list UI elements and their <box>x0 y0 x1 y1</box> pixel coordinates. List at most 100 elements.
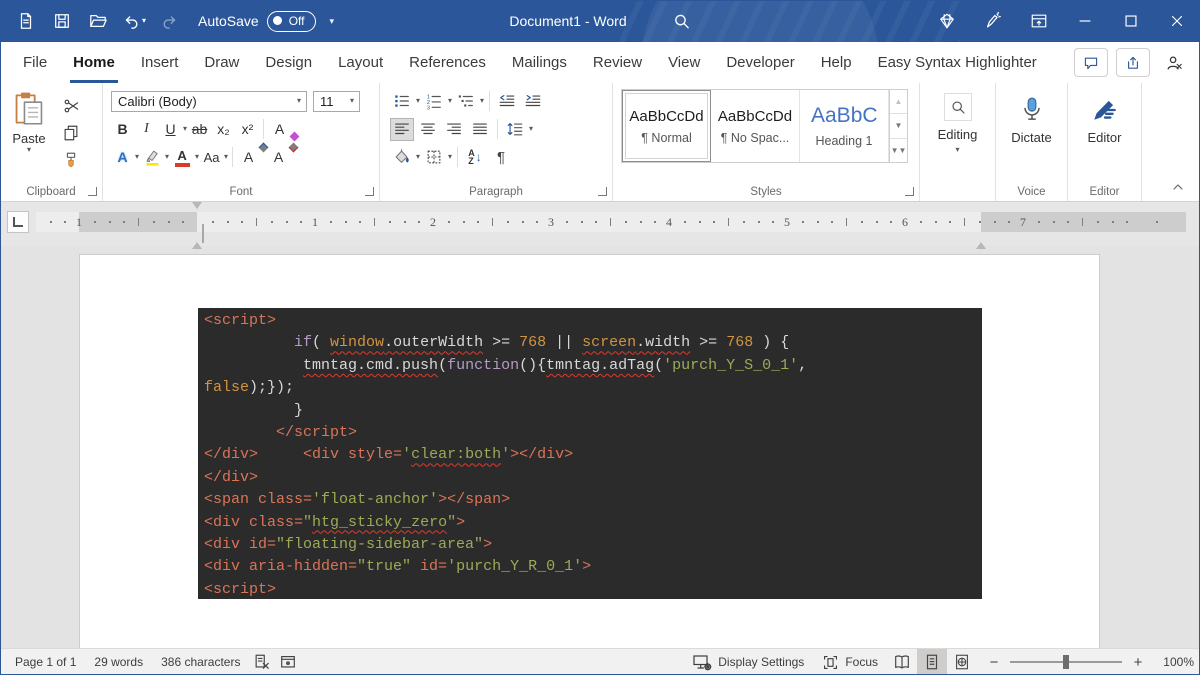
tab-easy-syntax-highlighter[interactable]: Easy Syntax Highlighter <box>865 42 1050 83</box>
chevron-down-icon[interactable]: ▾ <box>195 153 199 161</box>
styles-dialog-launcher[interactable] <box>905 187 914 196</box>
underline-button[interactable]: U <box>159 118 182 141</box>
chevron-down-icon[interactable]: ▾ <box>183 125 187 133</box>
document-canvas[interactable]: <script> if( window.outerWidth >= 768 ||… <box>0 246 1200 648</box>
word-count[interactable]: 29 words <box>85 649 152 675</box>
quick-access-more-button[interactable]: ▾ <box>330 16 335 27</box>
change-case-button[interactable]: Aa <box>200 146 223 169</box>
save-icon[interactable] <box>44 0 80 42</box>
print-layout-button[interactable] <box>917 649 947 675</box>
tab-mailings[interactable]: Mailings <box>499 42 580 83</box>
ribbon-display-options-icon[interactable] <box>1016 0 1062 42</box>
web-layout-button[interactable] <box>947 649 977 675</box>
align-left-button[interactable] <box>390 118 414 141</box>
chevron-down-icon[interactable]: ▾ <box>480 97 484 105</box>
right-indent-marker[interactable] <box>976 225 986 243</box>
comments-button[interactable] <box>1074 48 1108 77</box>
copy-button[interactable] <box>58 121 84 145</box>
chevron-down-icon[interactable]: ▾ <box>416 97 420 105</box>
zoom-out-button[interactable]: − <box>987 654 1001 671</box>
highlight-color-button[interactable] <box>140 146 164 169</box>
ink-pen-icon[interactable] <box>970 0 1016 42</box>
paragraph-dialog-launcher[interactable] <box>598 187 607 196</box>
tab-review[interactable]: Review <box>580 42 655 83</box>
code-block[interactable]: <script> if( window.outerWidth >= 768 ||… <box>198 308 982 599</box>
shading-button[interactable] <box>390 146 414 169</box>
format-painter-button[interactable] <box>58 148 84 172</box>
align-right-button[interactable] <box>442 118 466 141</box>
paste-button[interactable]: Paste ▾ <box>0 88 58 201</box>
style-card--normal[interactable]: AaBbCcDd¶ Normal <box>622 90 711 162</box>
diamond-icon[interactable] <box>924 0 970 42</box>
display-settings-button[interactable]: Display Settings <box>683 649 813 675</box>
horizontal-ruler[interactable]: 11234567 <box>36 212 1186 232</box>
italic-button[interactable]: I <box>135 118 158 141</box>
clear-formatting-button[interactable]: A <box>268 118 291 141</box>
superscript-button[interactable]: x² <box>236 118 259 141</box>
font-size-combobox[interactable]: 11▾ <box>313 91 360 112</box>
document-icon[interactable] <box>8 0 44 42</box>
show-hide-marks-button[interactable]: ¶ <box>489 146 513 169</box>
strikethrough-button[interactable]: ab <box>188 118 211 141</box>
editing-button[interactable] <box>944 93 972 121</box>
clipboard-dialog-launcher[interactable] <box>88 187 97 196</box>
tab-developer[interactable]: Developer <box>713 42 807 83</box>
tab-home[interactable]: Home <box>60 42 128 83</box>
justify-button[interactable] <box>468 118 492 141</box>
style-card-heading-1[interactable]: AaBbCcHeading 1 <box>800 90 889 162</box>
chevron-down-icon[interactable]: ▾ <box>448 97 452 105</box>
document-page[interactable]: <script> if( window.outerWidth >= 768 ||… <box>79 254 1100 648</box>
font-name-combobox[interactable]: Calibri (Body)▾ <box>111 91 307 112</box>
chevron-down-icon[interactable]: ▾ <box>416 153 420 161</box>
minimize-button[interactable] <box>1062 0 1108 42</box>
character-count[interactable]: 386 characters <box>152 649 249 675</box>
chevron-down-icon[interactable]: ▾ <box>224 153 228 161</box>
numbering-button[interactable] <box>422 90 446 113</box>
bold-button[interactable]: B <box>111 118 134 141</box>
tab-layout[interactable]: Layout <box>325 42 396 83</box>
sort-button[interactable]: AZ↓ <box>463 146 487 169</box>
editor-button[interactable]: Editor <box>1068 88 1141 145</box>
text-effects-button[interactable]: A <box>111 146 134 169</box>
style-card--no-spac-[interactable]: AaBbCcDd¶ No Spac... <box>711 90 800 162</box>
search-icon[interactable] <box>673 0 691 42</box>
chevron-down-icon[interactable]: ▾ <box>529 125 533 133</box>
focus-button[interactable]: Focus <box>813 649 887 675</box>
align-center-button[interactable] <box>416 118 440 141</box>
styles-scroll-up-button[interactable]: ▲ <box>890 90 907 114</box>
hanging-indent-marker[interactable] <box>192 225 204 243</box>
open-folder-icon[interactable] <box>80 0 116 42</box>
proofing-errors-icon[interactable] <box>249 649 275 675</box>
undo-button[interactable]: ▾ <box>116 0 152 42</box>
font-dialog-launcher[interactable] <box>365 187 374 196</box>
font-color-button[interactable]: A <box>170 146 194 169</box>
page-indicator[interactable]: Page 1 of 1 <box>6 649 85 675</box>
borders-button[interactable] <box>422 146 446 169</box>
line-spacing-button[interactable] <box>503 118 527 141</box>
tab-view[interactable]: View <box>655 42 713 83</box>
decrease-indent-button[interactable] <box>495 90 519 113</box>
zoom-level[interactable]: 100% <box>1154 655 1194 669</box>
collapse-ribbon-button[interactable] <box>1170 179 1186 195</box>
tab-draw[interactable]: Draw <box>191 42 252 83</box>
cut-button[interactable] <box>58 94 84 118</box>
tab-file[interactable]: File <box>10 42 60 83</box>
zoom-slider[interactable] <box>1010 661 1122 663</box>
multilevel-list-button[interactable] <box>454 90 478 113</box>
grow-font-button[interactable]: A <box>237 146 260 169</box>
chevron-down-icon[interactable]: ▾ <box>135 153 139 161</box>
chevron-down-icon[interactable]: ▾ <box>165 153 169 161</box>
tab-help[interactable]: Help <box>808 42 865 83</box>
read-mode-button[interactable] <box>887 649 917 675</box>
styles-scroll-down-button[interactable]: ▼ <box>890 114 907 138</box>
tab-design[interactable]: Design <box>252 42 325 83</box>
autosave-pill[interactable]: Off <box>267 11 316 32</box>
close-button[interactable] <box>1154 0 1200 42</box>
tab-selector-button[interactable] <box>7 211 29 233</box>
maximize-button[interactable] <box>1108 0 1154 42</box>
bullets-button[interactable] <box>390 90 414 113</box>
macro-recording-icon[interactable] <box>275 649 301 675</box>
shrink-font-button[interactable]: A <box>267 146 290 169</box>
tab-insert[interactable]: Insert <box>128 42 192 83</box>
styles-more-button[interactable]: ▼▼ <box>890 139 907 162</box>
